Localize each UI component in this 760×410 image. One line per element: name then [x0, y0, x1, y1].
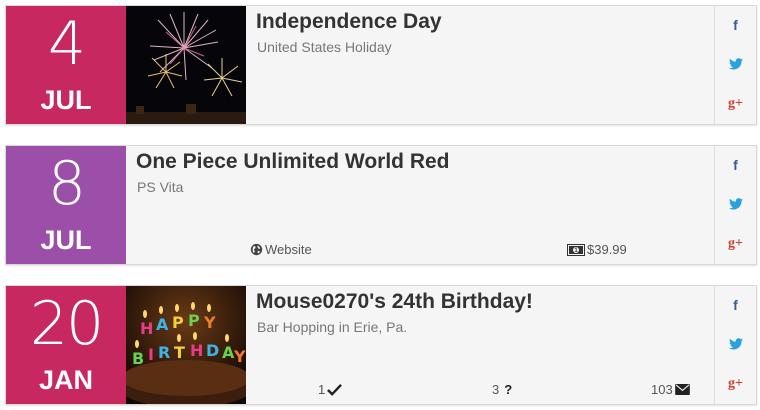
svg-text:I: I: [148, 345, 154, 364]
svg-text:P: P: [188, 311, 200, 330]
svg-text:H: H: [140, 319, 153, 338]
maybe-count[interactable]: 3 ?: [492, 382, 512, 397]
facebook-icon[interactable]: f: [715, 297, 756, 313]
event-subtitle: PS Vita: [137, 179, 184, 195]
event-date: 20 JAN: [6, 286, 126, 404]
svg-text:B: B: [132, 349, 144, 368]
social-share-panel: f g+: [714, 146, 756, 264]
social-share-panel: f g+: [714, 286, 756, 404]
event-card[interactable]: 4 JUL Independence Day United States Hol…: [5, 5, 757, 125]
globe-icon: [250, 243, 263, 256]
svg-text:Y: Y: [203, 313, 216, 332]
twitter-icon[interactable]: [715, 57, 756, 73]
envelope-icon: [674, 384, 690, 395]
facebook-icon[interactable]: f: [715, 157, 756, 173]
event-title[interactable]: Independence Day: [256, 10, 442, 34]
event-month: JUL: [40, 85, 92, 115]
event-month: JUL: [40, 225, 92, 255]
event-date: 8 JUL: [6, 146, 126, 264]
check-icon: [327, 383, 343, 396]
website-label: Website: [265, 242, 312, 257]
event-card[interactable]: 20 JAN H A P P Y B I R T H D A Y Mouse02…: [5, 285, 757, 405]
event-day: 4: [47, 9, 86, 79]
fireworks-image: [126, 6, 246, 124]
google-plus-icon[interactable]: g+: [715, 376, 756, 392]
invited-value: 103: [651, 382, 673, 397]
svg-text:D: D: [206, 341, 219, 360]
event-day: 8: [47, 149, 86, 219]
invited-count[interactable]: 103: [651, 382, 690, 397]
twitter-icon[interactable]: [715, 197, 756, 213]
svg-text:T: T: [174, 343, 185, 362]
maybe-value: 3: [492, 382, 500, 397]
website-link[interactable]: Website: [250, 242, 312, 257]
birthday-cake-image: H A P P Y B I R T H D A Y: [126, 286, 246, 404]
price-value: $39.99: [587, 242, 627, 257]
google-plus-icon[interactable]: g+: [715, 96, 756, 112]
event-date: 4 JUL: [6, 6, 126, 124]
event-subtitle: Bar Hopping in Erie, Pa.: [257, 319, 408, 335]
event-subtitle: United States Holiday: [257, 39, 392, 55]
facebook-icon[interactable]: f: [715, 17, 756, 33]
event-title[interactable]: Mouse0270's 24th Birthday!: [256, 290, 533, 314]
svg-text:P: P: [172, 313, 184, 332]
event-card[interactable]: 8 JUL One Piece Unlimited World Red PS V…: [5, 145, 757, 265]
question-icon: ?: [504, 382, 513, 397]
attending-count[interactable]: 1: [318, 382, 343, 397]
event-title[interactable]: One Piece Unlimited World Red: [136, 150, 450, 174]
svg-text:Y: Y: [233, 347, 246, 366]
social-share-panel: f g+: [714, 6, 756, 124]
event-day: 20: [29, 289, 104, 359]
event-month: JAN: [38, 365, 93, 395]
svg-text:H: H: [190, 341, 203, 360]
google-plus-icon[interactable]: g+: [715, 236, 756, 252]
svg-text:A: A: [156, 315, 169, 334]
money-icon: 1: [567, 243, 585, 256]
attending-value: 1: [318, 382, 326, 397]
twitter-icon[interactable]: [715, 337, 756, 353]
price: 1 $39.99: [567, 242, 627, 257]
svg-text:R: R: [158, 343, 170, 362]
